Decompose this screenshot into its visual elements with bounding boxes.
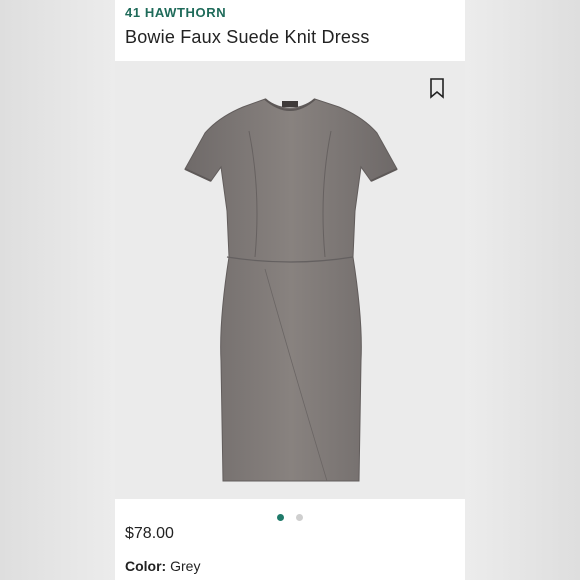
gallery-dot-1[interactable]	[276, 514, 284, 521]
brand-name[interactable]: 41 HAWTHORN	[125, 5, 226, 20]
gallery-dot-2[interactable]	[296, 514, 304, 521]
dress-shape	[184, 98, 398, 482]
product-image-gallery[interactable]	[115, 61, 465, 499]
color-row: Color: Grey	[125, 558, 200, 574]
product-card: 41 HAWTHORN Bowie Faux Suede Knit Dress	[115, 0, 465, 580]
bookmark-icon[interactable]	[428, 77, 446, 99]
product-title: Bowie Faux Suede Knit Dress	[125, 27, 370, 47]
product-price: $78.00	[125, 525, 174, 542]
product-image	[184, 98, 398, 482]
gallery-pagination	[115, 508, 465, 521]
background-right	[465, 0, 580, 580]
color-label: Color:	[125, 558, 167, 574]
background-left	[0, 0, 115, 580]
color-value: Grey	[170, 558, 201, 574]
